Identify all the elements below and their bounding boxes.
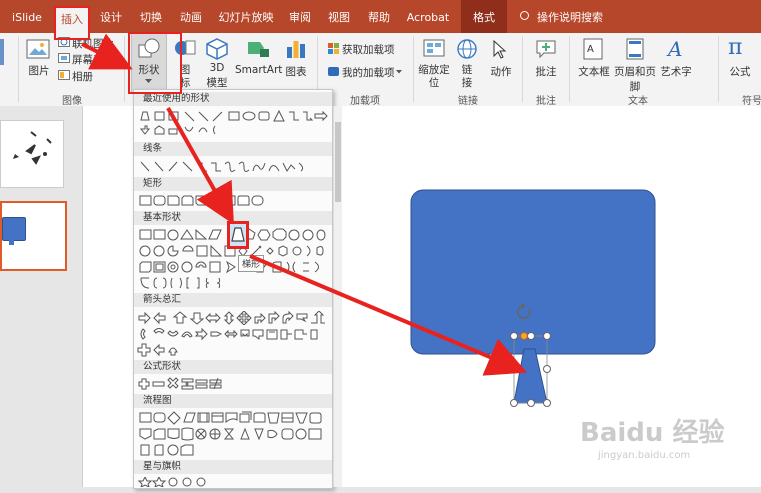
baidu-watermark-logo: Baidu 经验 jingyan.baidu.com — [580, 418, 725, 461]
callout-arrow-3 — [249, 254, 528, 376]
callout-arrow-2 — [166, 107, 234, 225]
callout-arrow-1 — [81, 33, 133, 70]
